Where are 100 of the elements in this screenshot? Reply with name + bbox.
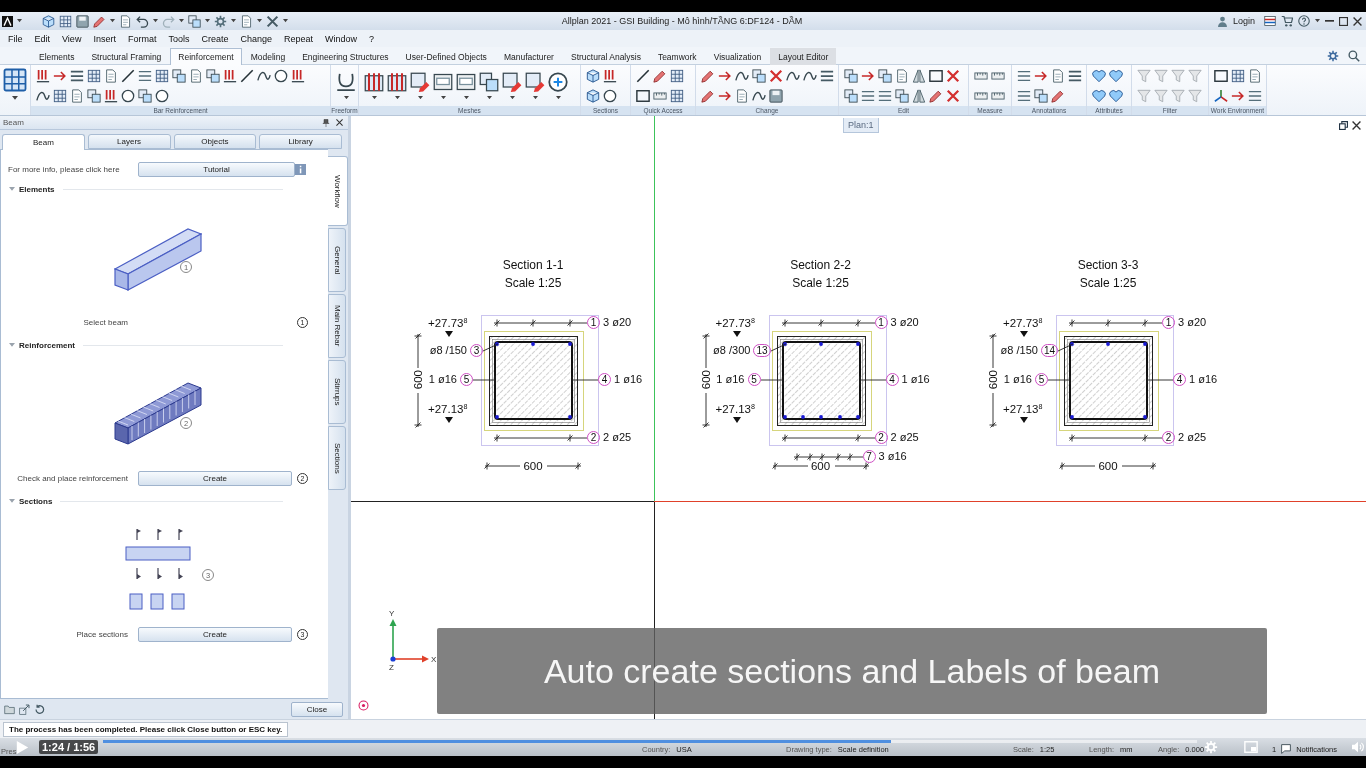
grid-pencil-icon[interactable] — [525, 71, 545, 92]
side-tab[interactable]: Workflow — [328, 156, 348, 226]
grid-icon[interactable] — [670, 68, 684, 83]
rebar-icon[interactable] — [603, 68, 617, 83]
close-icon[interactable] — [1352, 121, 1361, 130]
ribbon-tab[interactable]: Teamwork — [649, 48, 705, 65]
side-tab[interactable]: Main Rebar — [328, 294, 346, 358]
pencil-icon[interactable] — [93, 14, 106, 28]
circle-icon[interactable] — [274, 68, 288, 83]
copy-icon[interactable] — [138, 88, 152, 103]
ribbon-tab[interactable]: Structural Analysis — [562, 48, 649, 65]
rebar-icon[interactable] — [36, 68, 50, 83]
grid-icon[interactable] — [670, 88, 684, 103]
cube-icon[interactable] — [586, 88, 600, 103]
document-icon[interactable] — [189, 68, 203, 83]
collapse-icon[interactable] — [9, 187, 15, 191]
refresh-icon[interactable] — [34, 703, 45, 715]
panel-tab[interactable]: Library — [259, 134, 342, 149]
ribbon-tab[interactable]: Visualization — [705, 48, 770, 65]
frame-icon[interactable] — [433, 71, 453, 92]
caret-icon[interactable] — [1315, 19, 1320, 23]
export-icon[interactable] — [19, 703, 30, 715]
caret-icon[interactable] — [343, 95, 349, 100]
menu-item[interactable]: File — [2, 33, 29, 44]
caret-icon[interactable] — [555, 95, 561, 100]
copy-icon[interactable] — [895, 88, 909, 103]
menu-item[interactable]: Format — [121, 33, 163, 44]
close-button[interactable]: Close — [291, 701, 343, 717]
copy-icon[interactable] — [479, 71, 499, 92]
app-logo-icon[interactable] — [2, 15, 13, 27]
mesh-icon[interactable] — [364, 71, 384, 92]
heart-icon[interactable] — [1109, 88, 1123, 103]
side-tab[interactable]: General — [328, 228, 346, 292]
save-icon[interactable] — [76, 14, 89, 28]
delete-icon[interactable] — [946, 88, 960, 103]
line-icon[interactable] — [240, 68, 254, 83]
copy-icon[interactable] — [1034, 88, 1048, 103]
restore-icon[interactable] — [1339, 121, 1348, 130]
create-button[interactable]: Create — [138, 470, 292, 486]
rectangle-icon[interactable] — [929, 68, 943, 83]
mesh-icon[interactable] — [387, 71, 407, 92]
caret-icon[interactable] — [486, 95, 492, 100]
circle-icon[interactable] — [603, 88, 617, 103]
close-icon[interactable] — [336, 119, 343, 126]
grid-icon[interactable] — [1231, 68, 1245, 83]
heart-icon[interactable] — [1109, 68, 1123, 83]
layout-icon[interactable] — [1264, 15, 1276, 27]
delete-icon[interactable] — [769, 68, 783, 83]
rebar-icon[interactable] — [291, 68, 305, 83]
ribbon-tab[interactable]: Reinforcement — [170, 48, 242, 65]
grid-icon[interactable] — [59, 14, 72, 28]
document-icon[interactable] — [735, 88, 749, 103]
copy-icon[interactable] — [172, 68, 186, 83]
copy-icon[interactable] — [844, 88, 858, 103]
copy-icon[interactable] — [878, 68, 892, 83]
tray-icon[interactable] — [336, 71, 356, 92]
heart-icon[interactable] — [1092, 68, 1106, 83]
mirror-icon[interactable] — [912, 88, 926, 103]
line-icon[interactable] — [636, 68, 650, 83]
ribbon-tab[interactable]: User-Defined Objects — [397, 48, 495, 65]
menu-item[interactable]: ? — [363, 33, 381, 44]
ribbon-tab[interactable]: Engineering Structures — [294, 48, 397, 65]
circle-icon[interactable] — [155, 88, 169, 103]
copy-icon[interactable] — [206, 68, 220, 83]
list-icon[interactable] — [878, 88, 892, 103]
collapse-icon[interactable] — [9, 499, 15, 503]
caret-icon[interactable] — [532, 95, 538, 100]
cross-icon[interactable] — [266, 14, 279, 28]
cart-icon[interactable] — [1281, 15, 1293, 27]
menu-item[interactable]: View — [56, 33, 88, 44]
list-icon[interactable] — [70, 68, 84, 83]
side-tab[interactable]: Sections — [328, 426, 346, 490]
cube-icon[interactable] — [42, 14, 55, 28]
document-icon[interactable] — [1051, 68, 1065, 83]
target-icon[interactable] — [358, 700, 369, 711]
caret-icon[interactable] — [179, 19, 184, 23]
rebar-icon[interactable] — [223, 68, 237, 83]
pencil-icon[interactable] — [653, 68, 667, 83]
caret-icon[interactable] — [110, 19, 115, 23]
circle-icon[interactable] — [121, 88, 135, 103]
caret-icon[interactable] — [394, 95, 400, 100]
pin-icon[interactable] — [322, 118, 330, 127]
pencil-icon[interactable] — [929, 88, 943, 103]
grid-icon[interactable] — [155, 68, 169, 83]
frame-icon[interactable] — [456, 71, 476, 92]
ribbon-tab[interactable]: Elements — [31, 48, 83, 65]
pencil-icon[interactable] — [701, 68, 715, 83]
list-icon[interactable] — [138, 68, 152, 83]
axes-icon[interactable] — [1214, 88, 1228, 103]
document-icon[interactable] — [895, 68, 909, 83]
list-icon[interactable] — [1017, 88, 1031, 103]
line-icon[interactable] — [121, 68, 135, 83]
panel-tab[interactable]: Layers — [87, 134, 171, 149]
caret-icon[interactable] — [205, 19, 210, 23]
menu-item[interactable]: Repeat — [278, 33, 319, 44]
list-icon[interactable] — [820, 68, 834, 83]
search-icon[interactable] — [1348, 49, 1360, 62]
login-link[interactable]: Login — [1232, 16, 1255, 26]
undo-icon[interactable] — [136, 14, 149, 28]
ribbon-tab[interactable]: Manufacturer — [495, 48, 562, 65]
